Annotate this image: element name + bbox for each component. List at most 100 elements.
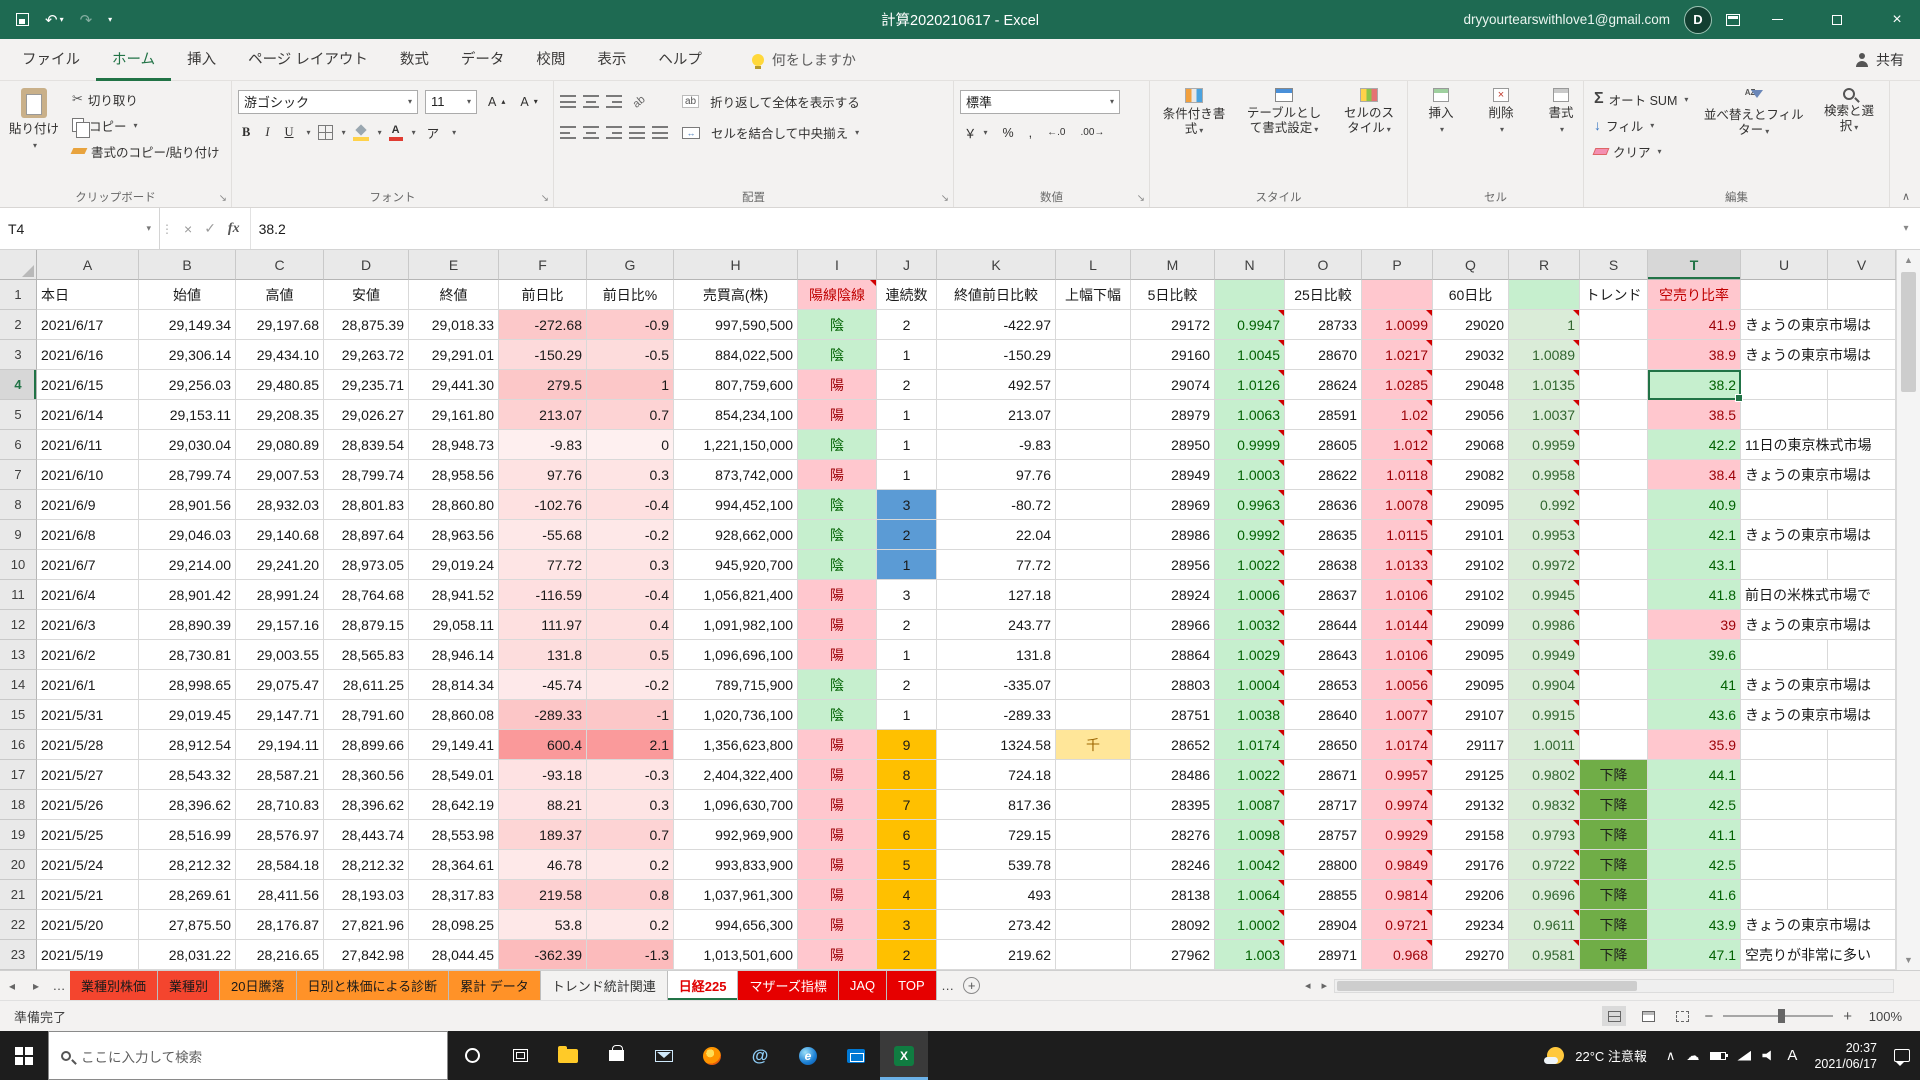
cell-F1[interactable]: 前日比 <box>499 280 587 310</box>
cell-T17[interactable]: 44.1 <box>1648 760 1741 790</box>
cell-L7[interactable] <box>1056 460 1131 490</box>
cell-J21[interactable]: 4 <box>877 880 937 910</box>
cell-E7[interactable]: 28,958.56 <box>409 460 499 490</box>
cell-P6[interactable]: 1.012 <box>1362 430 1433 460</box>
cell-S20[interactable]: 下降 <box>1580 850 1648 880</box>
cell-T13[interactable]: 39.6 <box>1648 640 1741 670</box>
sheet-nav-left-icon[interactable]: ◂ <box>0 971 24 1000</box>
cell-K10[interactable]: 77.72 <box>937 550 1056 580</box>
cell-T11[interactable]: 41.8 <box>1648 580 1741 610</box>
cell-V16[interactable] <box>1828 730 1896 760</box>
zoom-level[interactable]: 100% <box>1862 1009 1902 1024</box>
cell-O4[interactable]: 28624 <box>1285 370 1362 400</box>
cell-F2[interactable]: -272.68 <box>499 310 587 340</box>
cell-U2[interactable]: きょうの東京市場は <box>1741 310 1828 340</box>
row-header-4[interactable]: 4 <box>0 370 37 400</box>
account-email[interactable]: dryyourtearswithlove1@gmail.com <box>1463 12 1670 27</box>
new-sheet-button[interactable]: + <box>959 971 985 1000</box>
cell-O13[interactable]: 28643 <box>1285 640 1362 670</box>
cell-B18[interactable]: 28,396.62 <box>139 790 236 820</box>
cell-G13[interactable]: 0.5 <box>587 640 674 670</box>
cell-S17[interactable]: 下降 <box>1580 760 1648 790</box>
cell-H16[interactable]: 1,356,623,800 <box>674 730 798 760</box>
cell-U23[interactable]: 空売りが非常に多い <box>1741 940 1828 970</box>
cell-A13[interactable]: 2021/6/2 <box>37 640 139 670</box>
cell-Q21[interactable]: 29206 <box>1433 880 1509 910</box>
font-size-combo[interactable]: 11▾ <box>425 90 477 114</box>
cell-Q16[interactable]: 29117 <box>1433 730 1509 760</box>
autosum-button[interactable]: Σオート SUM▾ <box>1590 87 1692 111</box>
cell-D9[interactable]: 28,897.64 <box>324 520 409 550</box>
cell-K18[interactable]: 817.36 <box>937 790 1056 820</box>
cell-M13[interactable]: 28864 <box>1131 640 1215 670</box>
cortana-button[interactable] <box>448 1031 496 1080</box>
column-header-Q[interactable]: Q <box>1433 250 1509 280</box>
cell-U16[interactable] <box>1741 730 1828 760</box>
cell-Q13[interactable]: 29095 <box>1433 640 1509 670</box>
cell-C23[interactable]: 28,216.65 <box>236 940 324 970</box>
cell-K7[interactable]: 97.76 <box>937 460 1056 490</box>
cell-L23[interactable] <box>1056 940 1131 970</box>
delete-cells-button[interactable]: × 削除▾ <box>1474 85 1528 185</box>
bold-button[interactable]: B <box>238 121 254 145</box>
cell-P4[interactable]: 1.0285 <box>1362 370 1433 400</box>
cell-D16[interactable]: 28,899.66 <box>324 730 409 760</box>
cell-O21[interactable]: 28855 <box>1285 880 1362 910</box>
cell-D1[interactable]: 安値 <box>324 280 409 310</box>
cell-N13[interactable]: 1.0029 <box>1215 640 1285 670</box>
cell-Q17[interactable]: 29125 <box>1433 760 1509 790</box>
cell-E12[interactable]: 29,058.11 <box>409 610 499 640</box>
cell-D6[interactable]: 28,839.54 <box>324 430 409 460</box>
cell-I4[interactable]: 陽 <box>798 370 877 400</box>
cell-U10[interactable] <box>1741 550 1828 580</box>
row-header-23[interactable]: 23 <box>0 940 37 970</box>
enter-icon[interactable]: ✓ <box>204 220 216 237</box>
cell-S14[interactable] <box>1580 670 1648 700</box>
cell-D3[interactable]: 29,263.72 <box>324 340 409 370</box>
align-middle-icon[interactable] <box>583 95 599 108</box>
cell-E4[interactable]: 29,441.30 <box>409 370 499 400</box>
cell-S7[interactable] <box>1580 460 1648 490</box>
cell-J17[interactable]: 8 <box>877 760 937 790</box>
cell-P13[interactable]: 1.0106 <box>1362 640 1433 670</box>
cell-A10[interactable]: 2021/6/7 <box>37 550 139 580</box>
cell-C15[interactable]: 29,147.71 <box>236 700 324 730</box>
wrap-text-button[interactable]: 折り返して全体を表示する <box>706 90 864 114</box>
sheet-tab-9[interactable]: TOP <box>887 971 937 1000</box>
cell-K12[interactable]: 243.77 <box>937 610 1056 640</box>
sheet-tab-3[interactable]: 日別と株価による診断 <box>297 971 450 1000</box>
cell-L4[interactable] <box>1056 370 1131 400</box>
cell-J19[interactable]: 6 <box>877 820 937 850</box>
cell-F22[interactable]: 53.8 <box>499 910 587 940</box>
cell-K3[interactable]: -150.29 <box>937 340 1056 370</box>
cell-P3[interactable]: 1.0217 <box>1362 340 1433 370</box>
cell-S4[interactable] <box>1580 370 1648 400</box>
decrease-decimal-button[interactable]: .00→ <box>1076 121 1108 145</box>
increase-indent-icon[interactable] <box>652 126 668 139</box>
cell-A20[interactable]: 2021/5/24 <box>37 850 139 880</box>
customize-qat-button[interactable]: ▾ <box>102 13 118 26</box>
cell-T23[interactable]: 47.1 <box>1648 940 1741 970</box>
cell-V10[interactable] <box>1828 550 1896 580</box>
cell-H3[interactable]: 884,022,500 <box>674 340 798 370</box>
cell-H17[interactable]: 2,404,322,400 <box>674 760 798 790</box>
cell-D8[interactable]: 28,801.83 <box>324 490 409 520</box>
cell-F14[interactable]: -45.74 <box>499 670 587 700</box>
cell-M7[interactable]: 28949 <box>1131 460 1215 490</box>
cell-F19[interactable]: 189.37 <box>499 820 587 850</box>
cell-L11[interactable] <box>1056 580 1131 610</box>
hidden-icons-chevron[interactable]: ∧ <box>1666 1048 1676 1064</box>
cell-E11[interactable]: 28,941.52 <box>409 580 499 610</box>
cell-I9[interactable]: 陰 <box>798 520 877 550</box>
cell-F5[interactable]: 213.07 <box>499 400 587 430</box>
dialog-launcher-icon[interactable]: ↘ <box>941 193 949 204</box>
cell-E3[interactable]: 29,291.01 <box>409 340 499 370</box>
ribbon-tab-4[interactable]: 数式 <box>384 39 445 81</box>
cell-F16[interactable]: 600.4 <box>499 730 587 760</box>
cell-M9[interactable]: 28986 <box>1131 520 1215 550</box>
insert-function-icon[interactable]: fx <box>228 221 240 237</box>
cell-M18[interactable]: 28395 <box>1131 790 1215 820</box>
cell-U20[interactable] <box>1741 850 1828 880</box>
sheet-tab-2[interactable]: 20日騰落 <box>220 971 296 1000</box>
cell-O9[interactable]: 28635 <box>1285 520 1362 550</box>
